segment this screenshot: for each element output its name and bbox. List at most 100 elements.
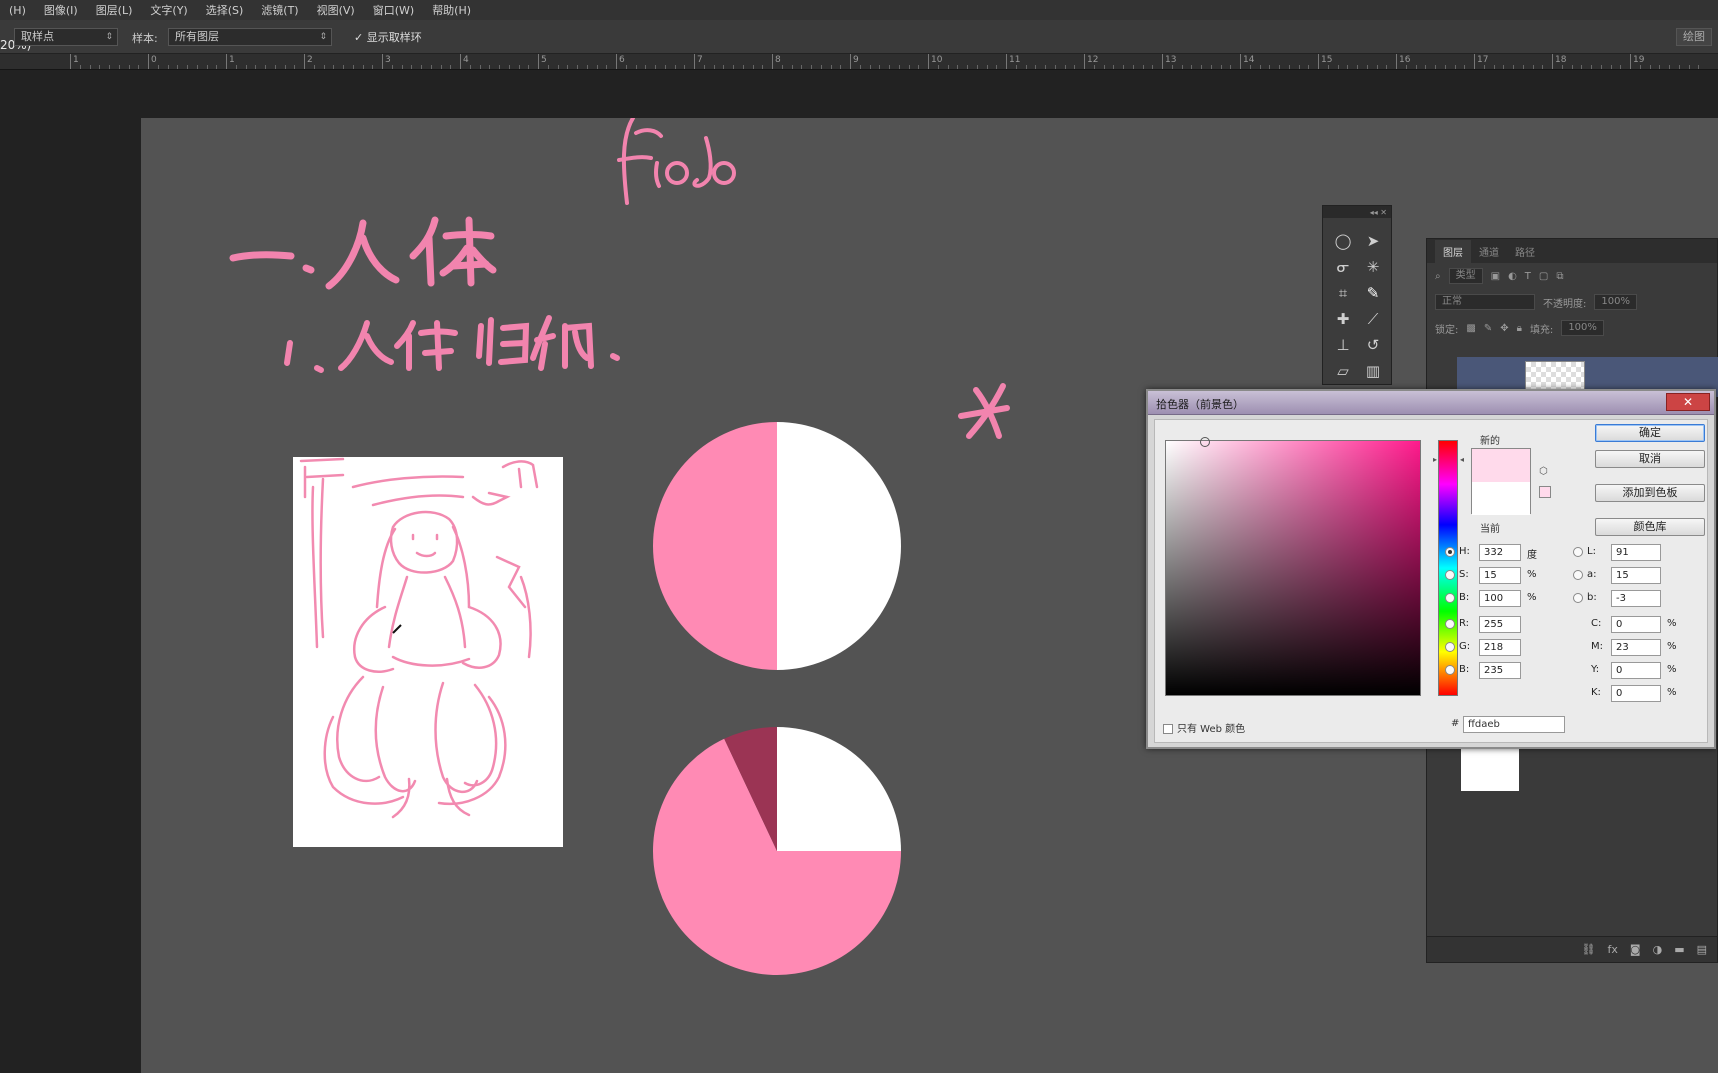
- red-input[interactable]: 255: [1479, 616, 1521, 633]
- collapse-icon[interactable]: ◂◂ ✕: [1370, 208, 1387, 217]
- lab-a-radio[interactable]: [1573, 570, 1583, 580]
- lock-paint-icon[interactable]: ✎: [1484, 323, 1492, 334]
- menu-item-view[interactable]: 视图(V): [308, 2, 364, 18]
- menu-item-image[interactable]: 图像(I): [35, 2, 87, 18]
- ruler-subtick: [1464, 65, 1466, 69]
- sample-size-select[interactable]: 取样点 ⇕: [14, 28, 118, 46]
- filter-shape-icon[interactable]: ▢: [1539, 271, 1548, 282]
- ruler-subtick: [976, 65, 978, 69]
- lab-b-input[interactable]: -3: [1611, 590, 1661, 607]
- ruler-subtick: [284, 65, 286, 69]
- ruler-subtick: [1366, 65, 1368, 69]
- ellipse-marquee-tool-icon[interactable]: ◯: [1328, 228, 1358, 254]
- web-only-box[interactable]: [1163, 724, 1173, 734]
- filter-pixel-icon[interactable]: ▣: [1491, 271, 1500, 282]
- workspace-button[interactable]: 绘图: [1676, 28, 1712, 46]
- ruler-label: 0: [151, 55, 157, 65]
- menu-item-type[interactable]: 文字(Y): [141, 2, 196, 18]
- opacity-field[interactable]: 100%: [1594, 294, 1637, 310]
- web-only-checkbox[interactable]: 只有 Web 颜色: [1163, 720, 1245, 735]
- filter-smart-icon[interactable]: ⧉: [1556, 271, 1563, 282]
- menu-item-layer[interactable]: 图层(L): [87, 2, 142, 18]
- menu-item-help-partial[interactable]: (H): [0, 4, 35, 17]
- tab-paths[interactable]: 路径: [1507, 240, 1543, 263]
- hue-input[interactable]: 332: [1479, 544, 1521, 561]
- gamut-cube-icon[interactable]: ⬡: [1539, 466, 1548, 477]
- add-to-swatches-button[interactable]: 添加到色板: [1595, 484, 1705, 502]
- blue-radio[interactable]: [1445, 665, 1455, 675]
- close-button[interactable]: ✕: [1666, 393, 1710, 411]
- pie-top-white-slice: [777, 422, 901, 670]
- color-cursor[interactable]: [1200, 437, 1210, 447]
- web-safe-swatch[interactable]: [1539, 486, 1551, 498]
- color-libraries-button[interactable]: 颜色库: [1595, 518, 1705, 536]
- blue-input[interactable]: 235: [1479, 662, 1521, 679]
- saturation-input[interactable]: 15: [1479, 567, 1521, 584]
- clone-stamp-tool-icon[interactable]: ⊥: [1328, 332, 1358, 358]
- background-layer-thumbnail[interactable]: [1461, 749, 1519, 791]
- saturation-radio[interactable]: [1445, 570, 1455, 580]
- mask-icon[interactable]: ◙: [1630, 943, 1641, 956]
- hue-marker-right-icon[interactable]: ◂: [1460, 455, 1464, 464]
- magic-wand-tool-icon[interactable]: ✳: [1358, 254, 1388, 280]
- lab-b-radio[interactable]: [1573, 593, 1583, 603]
- brightness-input[interactable]: 100: [1479, 590, 1521, 607]
- current-color-swatch[interactable]: [1472, 482, 1530, 515]
- filter-adjust-icon[interactable]: ◐: [1508, 271, 1517, 282]
- green-input[interactable]: 218: [1479, 639, 1521, 656]
- black-input[interactable]: 0: [1611, 685, 1661, 702]
- lasso-tool-icon[interactable]: ᓂ: [1328, 254, 1358, 280]
- fx-icon[interactable]: fx: [1608, 943, 1618, 956]
- saturation-brightness-field[interactable]: [1165, 437, 1421, 696]
- menu-item-filter[interactable]: 滤镜(T): [252, 2, 307, 18]
- lock-all-icon[interactable]: 🔒︎: [1517, 323, 1522, 334]
- hex-input[interactable]: ffdaeb: [1463, 716, 1565, 733]
- magenta-input[interactable]: 23: [1611, 639, 1661, 656]
- move-tool-icon[interactable]: ➤: [1358, 228, 1388, 254]
- link-icon[interactable]: ⛓: [1582, 943, 1596, 956]
- yellow-input[interactable]: 0: [1611, 662, 1661, 679]
- sample-layers-select[interactable]: 所有图层 ⇕: [168, 28, 332, 46]
- layer-filter-select[interactable]: 类型: [1448, 268, 1483, 284]
- filter-type-icon[interactable]: T: [1525, 271, 1531, 282]
- hue-radio[interactable]: [1445, 547, 1455, 557]
- tools-panel-header[interactable]: ◂◂ ✕: [1323, 206, 1391, 218]
- brightness-radio[interactable]: [1445, 593, 1455, 603]
- new-layer-icon[interactable]: ▤: [1697, 943, 1707, 956]
- ruler-label: 4: [463, 55, 469, 65]
- green-radio[interactable]: [1445, 642, 1455, 652]
- tab-layers[interactable]: 图层: [1435, 240, 1471, 263]
- gradient-tool-icon[interactable]: ▥: [1358, 358, 1388, 384]
- lock-transparent-icon[interactable]: ▩: [1466, 323, 1475, 334]
- healing-brush-tool-icon[interactable]: ✚: [1328, 306, 1358, 332]
- brush-tool-icon[interactable]: ⟋: [1358, 306, 1388, 332]
- lab-l-radio[interactable]: [1573, 547, 1583, 557]
- ruler-subtick: [1298, 65, 1300, 69]
- menu-item-window[interactable]: 窗口(W): [364, 2, 423, 18]
- lock-move-icon[interactable]: ✥: [1500, 323, 1508, 334]
- lab-l-input[interactable]: 91: [1611, 544, 1661, 561]
- folder-icon[interactable]: ▬: [1674, 943, 1684, 956]
- menu-item-help[interactable]: 帮助(H): [423, 2, 480, 18]
- cyan-input[interactable]: 0: [1611, 616, 1661, 633]
- red-radio[interactable]: [1445, 619, 1455, 629]
- hue-marker-left-icon[interactable]: ▸: [1433, 455, 1437, 464]
- eraser-tool-icon[interactable]: ▱: [1328, 358, 1358, 384]
- tab-channels[interactable]: 通道: [1471, 240, 1507, 263]
- ruler-subtick: [762, 65, 764, 69]
- horizontal-ruler[interactable]: 1 0 1 2 3 4 5 6 7 8 9 10 11 12 13 14 15 16 17 18 19: [0, 54, 1718, 70]
- eyedropper-cursor-icon: [392, 624, 402, 634]
- menu-item-select[interactable]: 选择(S): [197, 2, 253, 18]
- dialog-titlebar[interactable]: 拾色器（前景色） ✕: [1148, 391, 1714, 415]
- menu-bar: (H) 图像(I) 图层(L) 文字(Y) 选择(S) 滤镜(T) 视图(V) …: [0, 0, 1718, 20]
- eyedropper-tool-icon[interactable]: ✎: [1358, 280, 1388, 306]
- crop-tool-icon[interactable]: ⌗: [1328, 280, 1358, 306]
- history-brush-tool-icon[interactable]: ↺: [1358, 332, 1388, 358]
- lab-a-input[interactable]: 15: [1611, 567, 1661, 584]
- ok-button[interactable]: 确定: [1595, 424, 1705, 442]
- adjustment-icon[interactable]: ◑: [1653, 943, 1663, 956]
- fill-field[interactable]: 100%: [1561, 320, 1604, 336]
- show-ring-checkbox[interactable]: ✓ 显示取样环: [354, 29, 422, 45]
- cancel-button[interactable]: 取消: [1595, 450, 1705, 468]
- blend-mode-select[interactable]: 正常: [1435, 294, 1535, 310]
